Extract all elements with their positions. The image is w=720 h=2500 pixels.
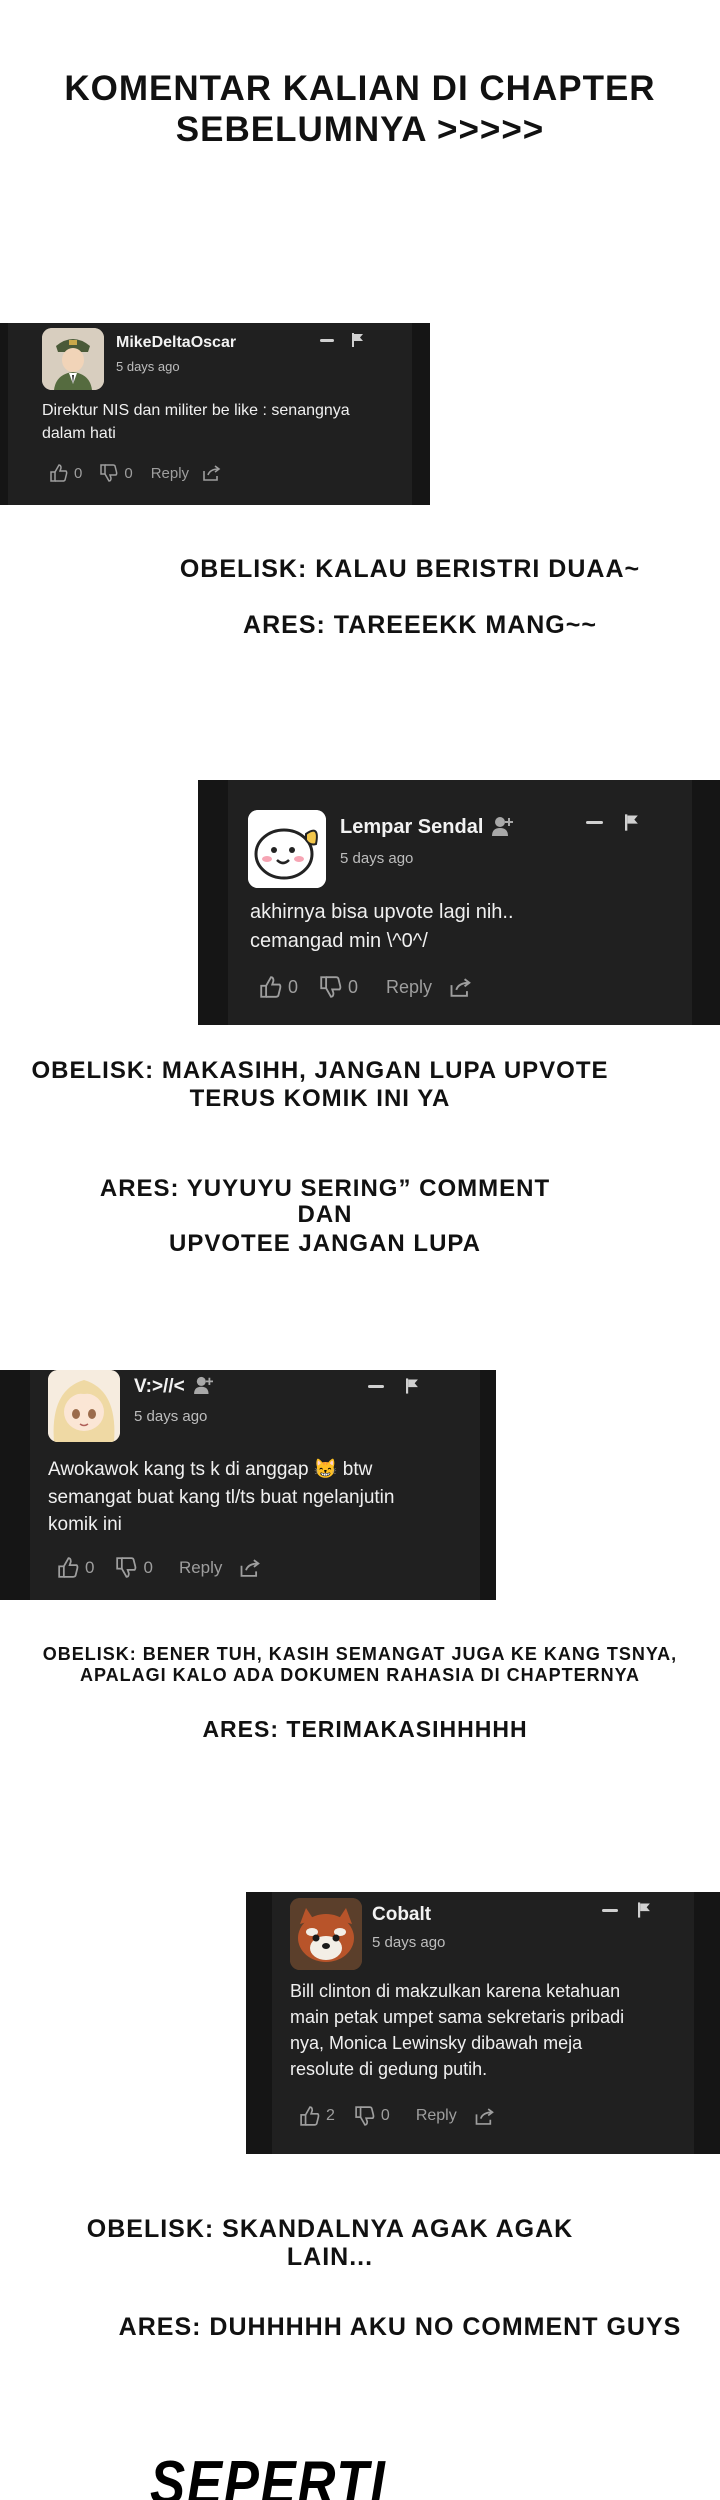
response-text: OBELISK: SKANDALNYA AGAK AGAK LAIN... <box>86 2215 574 2271</box>
comment-toolbar: 0 0 Reply <box>260 976 472 998</box>
reply-button[interactable]: Reply <box>151 465 189 482</box>
flag-icon[interactable] <box>638 1902 651 1918</box>
response-text: ARES: DUHHHHH AKU NO COMMENT GUYS <box>118 2313 682 2341</box>
response-line: TERUS KOMIK INI YA <box>189 1085 451 1113</box>
thumbs-down-icon[interactable] <box>320 976 342 998</box>
comment-text-line: Awokawok kang ts k di anggap 😸 btw <box>48 1459 373 1480</box>
response-text: OBELISK: BENER TUH, KASIH SEMANGAT JUGA … <box>30 1644 690 1686</box>
thumbs-down-icon[interactable] <box>116 1557 137 1578</box>
comment-text: Bill clinton di makzulkan karena ketahua… <box>290 1978 690 2082</box>
anime-girl-avatar-icon[interactable] <box>48 1370 120 1442</box>
comment-text-line: main petak umpet sama sekretaris pribadi <box>290 2007 625 2028</box>
comment-text-line: akhirnya bisa upvote lagi nih.. <box>250 901 514 923</box>
response-text: ARES: YUYUYU SERING” COMMENT DAN UPVOTEE… <box>70 1175 580 1257</box>
comment-username[interactable]: V:>//< <box>134 1376 185 1398</box>
red-panda-avatar-icon[interactable] <box>290 1898 362 1970</box>
flag-icon[interactable] <box>352 333 364 347</box>
response-line: ARES: YUYUYU SERING” COMMENT DAN <box>99 1175 551 1229</box>
page-title: KOMENTAR KALIAN DI CHAPTER SEBELUMNYA >>… <box>40 69 680 149</box>
response-text: ARES: TAREEEKK MANG~~ <box>243 611 597 639</box>
collapse-icon[interactable] <box>602 1908 618 1912</box>
comment-text-line: resolute di gedung putih. <box>290 2059 488 2080</box>
comment-text-line: komik ini <box>48 1514 122 1536</box>
like-count: 2 <box>326 2107 335 2124</box>
collapse-icon[interactable] <box>368 1384 384 1388</box>
comment-text: Direktur NIS dan militer be like : senan… <box>42 399 422 445</box>
thumbs-down-icon[interactable] <box>355 2106 375 2126</box>
response-text: OBELISK: MAKASIHH, JANGAN LUPA UPVOTE TE… <box>20 1057 620 1113</box>
reply-button[interactable]: Reply <box>386 977 432 998</box>
page-title-line1: KOMENTAR KALIAN DI CHAPTER <box>64 69 656 108</box>
comment-timestamp: 5 days ago <box>116 359 180 374</box>
comment-text-line: Direktur NIS dan militer be like : senan… <box>42 402 350 419</box>
soldier-avatar-icon[interactable] <box>42 328 104 390</box>
like-count: 0 <box>74 464 83 482</box>
reply-button[interactable]: Reply <box>416 2107 457 2125</box>
comment-toolbar: 2 0 Reply <box>300 2106 495 2126</box>
add-friend-icon[interactable] <box>194 1376 214 1394</box>
dislike-count: 0 <box>348 976 359 997</box>
comment-text: akhirnya bisa upvote lagi nih.. cemangad… <box>250 898 690 956</box>
comment-text-line: dalam hati <box>42 425 116 443</box>
comment-text-line: cemangad min \^0^/ <box>250 930 428 952</box>
dislike-count: 0 <box>380 2107 390 2124</box>
comment-actions-top <box>320 333 364 347</box>
comment-username[interactable]: Lempar Sendal <box>340 816 483 839</box>
comment-card: V:>//< 5 days ago Awokawok kang ts k di … <box>0 1370 496 1600</box>
comment-timestamp: 5 days ago <box>372 1934 446 1951</box>
flag-icon[interactable] <box>625 814 639 831</box>
share-icon[interactable] <box>475 2107 495 2125</box>
comment-toolbar: 0 0 Reply <box>58 1557 261 1578</box>
page-title-line2: SEBELUMNYA >>>>> <box>175 109 545 149</box>
response-line: APALAGI KALO ADA DOKUMEN RAHASIA DI CHAP… <box>79 1664 640 1685</box>
response-line: OBELISK: BENER TUH, KASIH SEMANGAT JUGA … <box>42 1644 678 1664</box>
comment-toolbar: 0 0 Reply <box>50 464 221 482</box>
comment-actions-top <box>602 1902 651 1918</box>
response-text: ARES: TERIMAKASIHHHHH <box>202 1716 528 1742</box>
comment-actions-top <box>586 814 639 831</box>
cartoon-mascot-avatar-icon[interactable] <box>248 810 326 888</box>
comment-card: Cobalt 5 days ago Bill clinton di makzul… <box>246 1892 720 2154</box>
share-icon[interactable] <box>203 465 221 481</box>
comment-card: Lempar Sendal 5 days ago akhirnya bisa u… <box>198 780 720 1025</box>
comment-username[interactable]: MikeDeltaOscar <box>116 334 236 352</box>
comment-actions-top <box>368 1378 419 1394</box>
comment-card: MikeDeltaOscar 5 days ago Direktur NIS d… <box>0 323 430 505</box>
comment-timestamp: 5 days ago <box>134 1408 208 1425</box>
comment-timestamp: 5 days ago <box>340 850 414 867</box>
footer-title: SEPERTI BIASAAA!!!! <box>150 2449 387 2500</box>
collapse-icon[interactable] <box>586 821 603 824</box>
add-friend-icon[interactable] <box>492 816 514 836</box>
comment-text-line: Bill clinton di makzulkan karena ketahua… <box>290 1981 621 2001</box>
thumbs-up-icon[interactable] <box>300 2106 320 2126</box>
like-count: 0 <box>288 976 299 997</box>
comment-text: Awokawok kang ts k di anggap 😸 btw seman… <box>48 1456 478 1539</box>
reply-button[interactable]: Reply <box>179 1558 222 1578</box>
comment-text-line: semangat buat kang tl/ts buat ngelanjuti… <box>48 1486 395 1508</box>
share-icon[interactable] <box>240 1558 261 1577</box>
response-line: OBELISK: MAKASIHH, JANGAN LUPA UPVOTE <box>31 1057 609 1084</box>
dislike-count: 0 <box>143 1557 153 1577</box>
thumbs-down-icon[interactable] <box>100 464 118 482</box>
collapse-icon[interactable] <box>320 338 334 342</box>
like-count: 0 <box>85 1557 95 1577</box>
dislike-count: 0 <box>124 464 133 482</box>
thumbs-up-icon[interactable] <box>50 464 68 482</box>
flag-icon[interactable] <box>406 1378 419 1394</box>
share-icon[interactable] <box>450 977 472 997</box>
comment-username[interactable]: Cobalt <box>372 1904 431 1926</box>
response-line: UPVOTEE JANGAN LUPA <box>169 1229 481 1257</box>
comment-text-line: nya, Monica Lewinsky dibawah meja <box>290 2033 583 2054</box>
thumbs-up-icon[interactable] <box>260 976 282 998</box>
thumbs-up-icon[interactable] <box>58 1557 79 1578</box>
response-text: OBELISK: KALAU BERISTRI DUAA~ <box>179 555 641 583</box>
